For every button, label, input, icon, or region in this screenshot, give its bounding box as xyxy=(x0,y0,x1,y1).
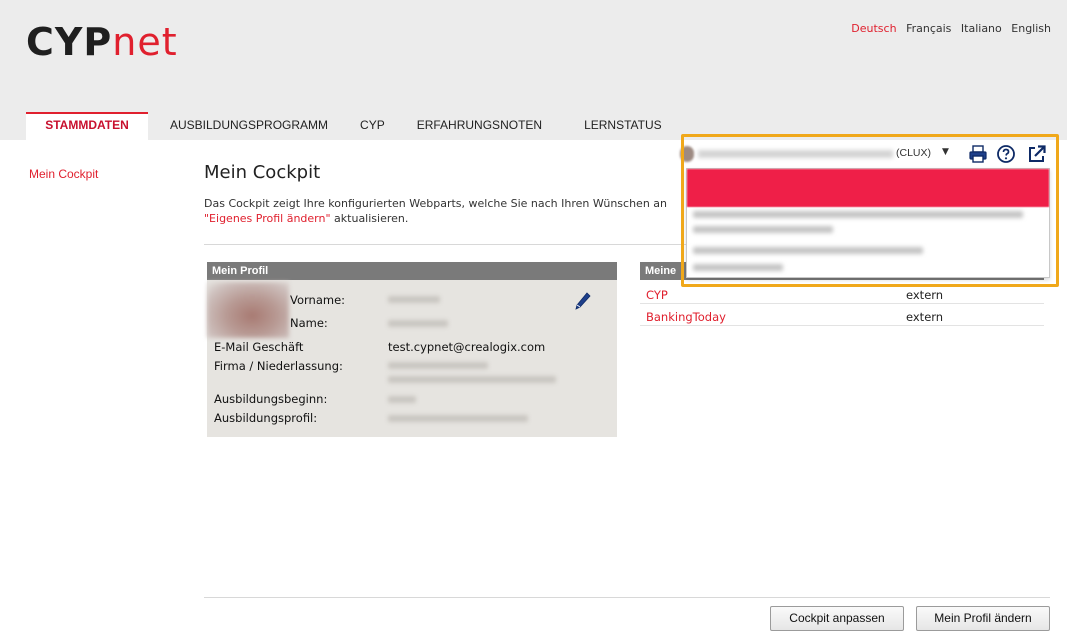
tab-ausbildungsprogramm[interactable]: AUSBILDUNGSPROGRAMM xyxy=(170,112,328,140)
value-ausbildungsprofil-redacted xyxy=(388,415,528,422)
tab-cyp[interactable]: CYP xyxy=(360,112,385,140)
link-type: extern xyxy=(906,288,944,302)
value-vorname-redacted xyxy=(388,296,440,303)
dropdown-item-redacted[interactable] xyxy=(693,211,1023,218)
header-bar: CYPnet Deutsch Français Italiano English… xyxy=(0,0,1067,140)
link-bankingtoday[interactable]: BankingToday xyxy=(646,310,726,324)
lang-italiano[interactable]: Italiano xyxy=(961,22,1002,35)
dropdown-item-redacted[interactable] xyxy=(693,264,783,271)
profile-panel-header: Mein Profil xyxy=(207,262,617,280)
tab-lernstatus[interactable]: LERNSTATUS xyxy=(584,112,662,140)
label-email: E-Mail Geschäft xyxy=(214,340,304,354)
lang-english[interactable]: English xyxy=(1011,22,1051,35)
sidebar-item-mein-cockpit[interactable]: Mein Cockpit xyxy=(29,167,98,181)
main-tabs: STAMMDATEN AUSBILDUNGSPROGRAMM CYP ERFAH… xyxy=(26,112,662,140)
label-vorname: Vorname: xyxy=(290,293,346,307)
logo-text-cyp: CYP xyxy=(26,20,113,64)
link-cyp[interactable]: CYP xyxy=(646,288,668,302)
link-type: extern xyxy=(906,310,944,324)
dropdown-selected-item[interactable] xyxy=(687,169,1049,207)
avatar xyxy=(207,282,289,338)
external-link-icon[interactable] xyxy=(1027,144,1047,164)
label-ausbildungsbeginn: Ausbildungsbeginn: xyxy=(214,392,328,406)
logo-text-net: net xyxy=(112,20,178,64)
tab-erfahrungsnoten[interactable]: ERFAHRUNGSNOTEN xyxy=(417,112,542,140)
user-avatar xyxy=(680,146,694,162)
user-dropdown-menu xyxy=(686,168,1050,278)
chevron-down-icon[interactable]: ▼ xyxy=(942,147,949,157)
table-row: BankingToday extern xyxy=(640,309,1044,326)
table-row: CYP extern xyxy=(640,287,1044,304)
intro-suffix: aktualisieren. xyxy=(330,212,409,225)
divider xyxy=(204,597,1050,598)
value-ausbildungsbeginn-redacted xyxy=(388,396,416,403)
label-name: Name: xyxy=(290,316,328,330)
pencil-icon[interactable] xyxy=(575,292,591,310)
value-name-redacted xyxy=(388,320,448,327)
language-switcher: Deutsch Français Italiano English xyxy=(845,22,1051,35)
help-icon[interactable] xyxy=(996,144,1016,164)
cypnet-logo[interactable]: CYPnet xyxy=(26,20,178,64)
links-panel: CYP extern BankingToday extern xyxy=(640,287,1044,327)
intro-text: Das Cockpit zeigt Ihre konfigurierten We… xyxy=(204,196,694,226)
mein-profil-aendern-button[interactable]: Mein Profil ändern xyxy=(916,606,1050,631)
lang-francais[interactable]: Français xyxy=(906,22,951,35)
lang-deutsch[interactable]: Deutsch xyxy=(851,22,896,35)
printer-icon[interactable] xyxy=(968,144,988,164)
user-name-redacted xyxy=(698,150,893,158)
cockpit-anpassen-button[interactable]: Cockpit anpassen xyxy=(770,606,904,631)
value-email: test.cypnet@crealogix.com xyxy=(388,340,546,354)
dropdown-item-redacted xyxy=(693,226,833,233)
dropdown-item-redacted[interactable] xyxy=(693,247,923,254)
page-title: Mein Cockpit xyxy=(204,162,321,183)
tab-stammdaten[interactable]: STAMMDATEN xyxy=(26,112,148,140)
value-firma-redacted-2 xyxy=(388,376,556,383)
intro-line-2: "Eigenes Profil ändern" aktualisieren. xyxy=(204,211,694,226)
org-code: (CLUX) xyxy=(896,147,932,159)
value-firma-redacted-1 xyxy=(388,362,488,369)
edit-profile-link[interactable]: "Eigenes Profil ändern" xyxy=(204,212,331,225)
label-ausbildungsprofil: Ausbildungsprofil: xyxy=(214,411,318,425)
label-firma: Firma / Niederlassung: xyxy=(214,359,343,373)
intro-line-1: Das Cockpit zeigt Ihre konfigurierten We… xyxy=(204,197,668,210)
